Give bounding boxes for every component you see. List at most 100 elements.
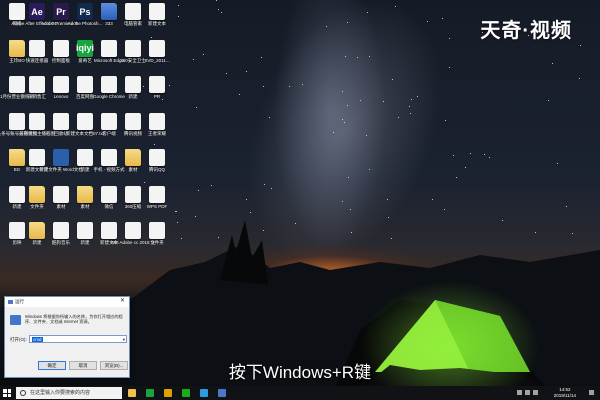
desktop-icon[interactable]: 360压缩	[120, 185, 146, 218]
tencent-video-icon	[125, 112, 141, 130]
volume-icon[interactable]	[525, 390, 530, 395]
clock-date: 2019/11/14	[553, 393, 576, 398]
desktop-icon[interactable]: 素材	[72, 185, 98, 218]
explorer-icon[interactable]	[218, 389, 226, 397]
desktop-icon[interactable]: 新建文件夹 Word文档	[39, 149, 83, 181]
desktop-icon[interactable]: Win Adobe cc 2018 注	[111, 222, 155, 254]
folder-icon	[29, 185, 45, 203]
desktop-icon[interactable]: 电脑管家	[120, 3, 146, 35]
folder-icon	[125, 149, 141, 166]
qq-icon	[149, 149, 165, 166]
desktop-icon[interactable]: 新建文本	[144, 3, 170, 35]
desktop-icon[interactable]: 新建文件夹	[24, 149, 50, 181]
desktop-icon[interactable]: 王者荣耀	[144, 112, 170, 145]
desktop-icon-label: 新建文本	[148, 21, 166, 26]
desktop-icon[interactable]: 333	[96, 3, 122, 35]
document-icon	[29, 149, 45, 166]
search-icon	[20, 390, 26, 396]
desktop-icon-label: 新建	[128, 94, 138, 99]
desktop-icon[interactable]: 新建	[72, 149, 98, 181]
chevron-down-icon[interactable]: ▾	[123, 336, 125, 343]
iqiyi-icon[interactable]	[146, 389, 154, 397]
desktop-icon[interactable]: PR	[144, 76, 170, 108]
desktop-icon[interactable]: Microsoft Edge	[94, 39, 124, 72]
desktop-icon-label: 微信	[104, 203, 114, 209]
desktop-icon[interactable]: 腾讯QQ	[144, 149, 170, 181]
desktop-icon[interactable]: iqiyi 爱奇艺	[72, 39, 98, 72]
desktop-icon-label: 百度网盘	[76, 94, 94, 99]
desktop-icon-label: WPS PDF	[146, 203, 168, 209]
desktop-icon[interactable]: SVD_2011...	[144, 39, 170, 72]
desktop-icon[interactable]: 素材	[48, 185, 74, 218]
desktop-icon[interactable]: 素材	[120, 149, 146, 181]
document-icon	[101, 149, 117, 166]
desktop-icon-label: 酷狗音乐	[52, 240, 70, 245]
desktop-icon[interactable]: 360安全卫士	[120, 39, 146, 72]
desktop-icon[interactable]: 新建	[72, 222, 98, 254]
desktop-icon[interactable]: 快速连接器	[24, 39, 50, 72]
after-effects-icon: Ae	[29, 3, 45, 20]
desktop-icon[interactable]: 回收站	[48, 112, 74, 145]
run-app-icon	[10, 315, 21, 325]
chrome-icon[interactable]	[164, 389, 172, 397]
desktop-icon-label: 文件夹	[30, 203, 44, 209]
desktop-icon-label: 员销售汇	[28, 94, 46, 99]
desktop-icon[interactable]: 员销售汇	[24, 76, 50, 108]
document-icon	[29, 39, 45, 57]
desktop-icon[interactable]: WPS PDF	[144, 185, 170, 218]
document-icon	[125, 222, 141, 239]
taskbar-search-box[interactable]: 在这里输入你要搜索的内容	[16, 387, 122, 399]
desktop-icon[interactable]: 新建文本文档07.txt	[66, 112, 104, 145]
desktop-icon-label: BG	[13, 167, 21, 172]
wechat-icon[interactable]	[182, 389, 190, 397]
desktop-icon-label: 素材	[56, 203, 66, 209]
desktop-icon[interactable]: Ps Adobe Photosh...	[68, 3, 102, 35]
tencent-pc-manager-icon	[125, 3, 141, 20]
desktop-icon-label: 素材	[80, 203, 90, 209]
desktop-icon-label: SVD_2011...	[144, 57, 170, 63]
document-icon	[9, 76, 25, 93]
run-command-input[interactable]: cmd ▾	[29, 335, 127, 343]
input-method-icon[interactable]	[533, 390, 538, 395]
desktop-icon-label: 新建	[12, 203, 22, 209]
desktop-icon[interactable]: 天奇视频主播截图	[19, 112, 55, 145]
windows-start-icon[interactable]	[3, 389, 11, 397]
desktop-icon[interactable]: Ae Adobe After Effects CC ...	[11, 3, 63, 35]
desktop-icon[interactable]: Lenovo	[48, 76, 74, 108]
close-icon[interactable]: ✕	[117, 297, 128, 306]
desktop-icon-label: 剪映	[12, 240, 22, 245]
desktop-icon[interactable]: 文件夹	[24, 185, 50, 218]
desktop-icon-label: 王玲BO	[9, 57, 25, 63]
desktop-icon-label: 王者荣耀	[148, 130, 166, 136]
capcut-icon	[9, 222, 25, 239]
file-explorer-icon[interactable]	[128, 389, 136, 397]
desktop-icon[interactable]: 酷狗音乐	[48, 222, 74, 254]
document-icon	[101, 222, 117, 239]
notification-icon[interactable]	[589, 390, 594, 395]
network-tray-icon[interactable]	[517, 390, 522, 395]
desktop-icon[interactable]: 文件夹	[144, 222, 170, 254]
document-icon	[149, 112, 165, 130]
desktop-icon[interactable]: 手机 - 视频方式	[94, 149, 125, 181]
run-command-value[interactable]: cmd	[32, 337, 43, 342]
qq-icon[interactable]	[200, 389, 208, 397]
document-icon	[125, 76, 141, 93]
desktop-icon[interactable]: 新建	[120, 76, 146, 108]
document-icon	[29, 76, 45, 93]
desktop-icon[interactable]: 腾讯视频	[120, 112, 146, 145]
folder-icon	[9, 149, 25, 166]
desktop-icon[interactable]: Pr Adobe Premiere P...	[41, 3, 81, 35]
desktop-icon[interactable]: Google Chrome	[93, 76, 125, 108]
run-dialog-titlebar[interactable]: 运行	[5, 297, 129, 307]
desktop-icon-label: 控制面板	[52, 57, 70, 63]
desktop-icon[interactable]: 新建文本	[96, 222, 122, 254]
desktop-icon-label: Lenovo	[53, 94, 69, 99]
desktop-icon[interactable]: 新建	[24, 222, 50, 254]
clock[interactable]: 14:52 2019/11/14	[554, 387, 576, 399]
desktop-icon[interactable]: 百度网盘	[72, 76, 98, 108]
desktop-icon[interactable]: 控制面板	[48, 39, 74, 72]
desktop-icon[interactable]: 客户端	[96, 112, 122, 145]
premiere-icon: Pr	[53, 3, 69, 20]
document-icon	[77, 149, 93, 166]
desktop-icon[interactable]: 微信	[96, 185, 122, 218]
